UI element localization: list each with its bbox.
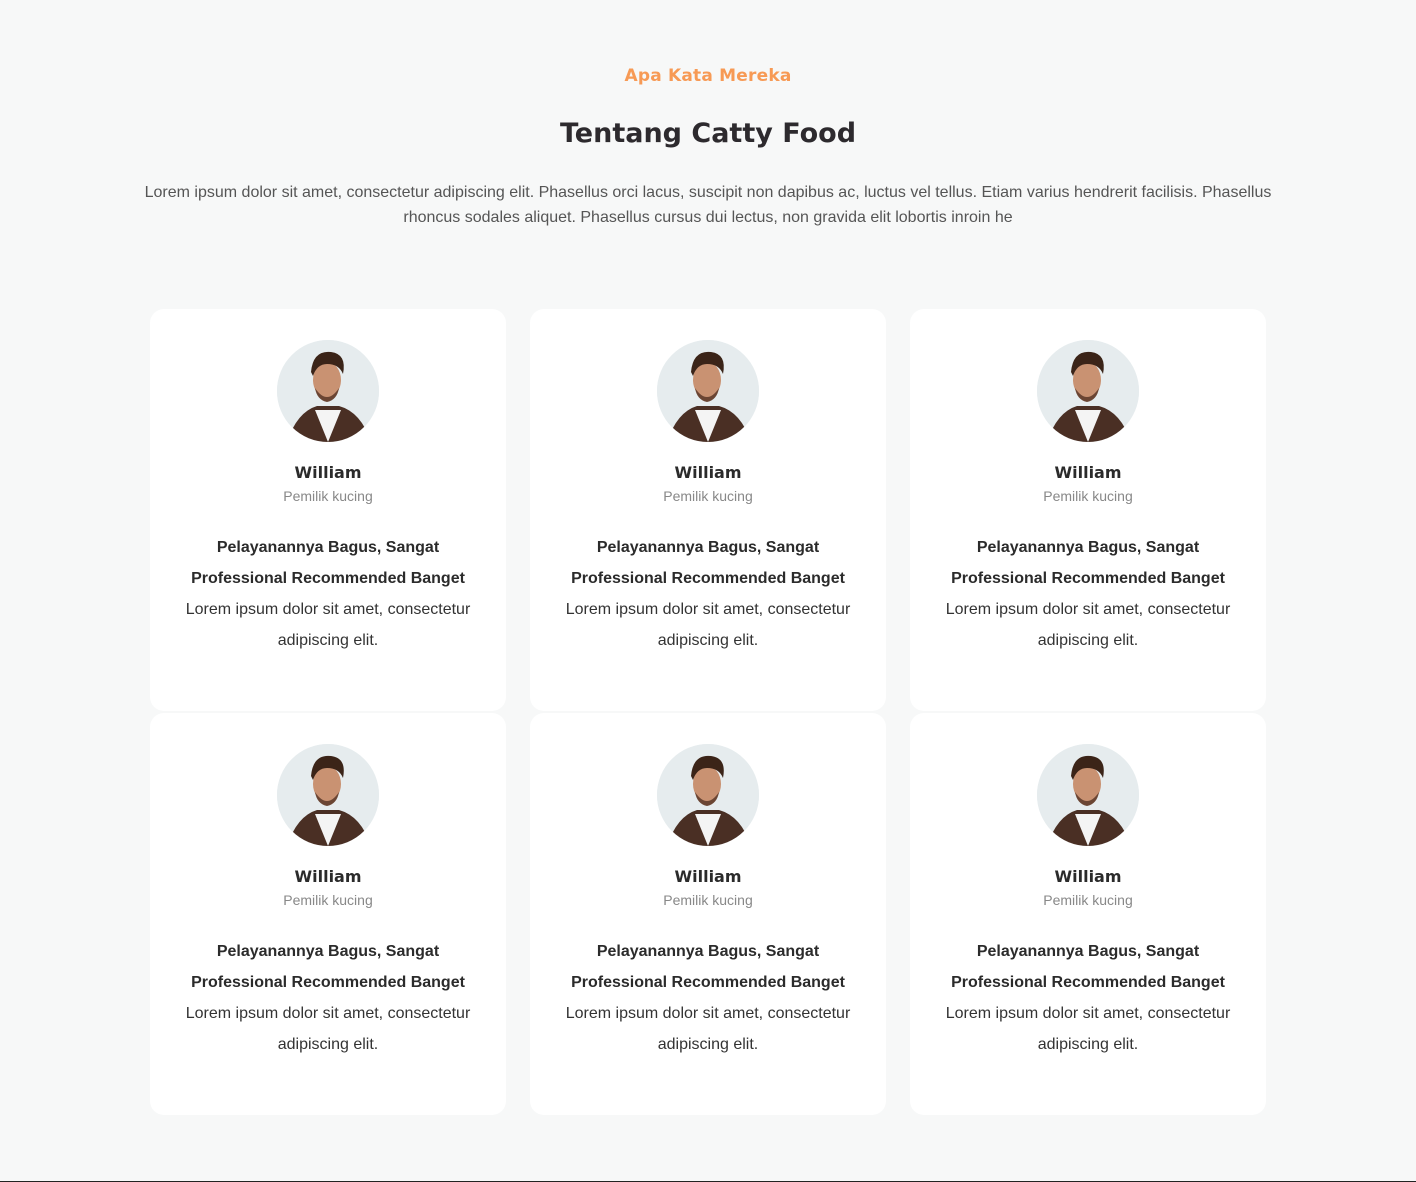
section-title: Tentang Catty Food [559,118,857,149]
reviewer-name: William [674,463,742,482]
reviewer-role: Pemilik kucing [1043,892,1133,908]
testimonial-card: William Pemilik kucing Pelayanannya Bagu… [910,309,1266,711]
testimonial-text: Lorem ipsum dolor sit amet, consectetur … [185,601,471,649]
testimonial-text: Lorem ipsum dolor sit amet, consectetur … [945,1005,1231,1053]
avatar [277,744,379,846]
reviewer-name: William [674,867,742,886]
section-intro: Lorem ipsum dolor sit amet, consectetur … [144,184,1272,226]
testimonial-card: William Pemilik kucing Pelayanannya Bagu… [910,713,1266,1115]
testimonial-card: William Pemilik kucing Pelayanannya Bagu… [530,309,886,711]
reviewer-role: Pemilik kucing [283,892,373,908]
reviewer-name: William [1054,463,1122,482]
testimonial-quote: Pelayanannya Bagus, Sangat Professional … [571,943,845,991]
testimonial-text: Lorem ipsum dolor sit amet, consectetur … [565,1005,851,1053]
testimonial-card: William Pemilik kucing Pelayanannya Bagu… [150,309,506,711]
testimonial-quote: Pelayanannya Bagus, Sangat Professional … [191,539,465,587]
eyebrow-label: Apa Kata Mereka [624,66,792,86]
avatar [1037,744,1139,846]
reviewer-role: Pemilik kucing [283,488,373,504]
testimonial-quote: Pelayanannya Bagus, Sangat Professional … [191,943,465,991]
reviewer-name: William [294,867,362,886]
reviewer-role: Pemilik kucing [663,892,753,908]
testimonial-card: William Pemilik kucing Pelayanannya Bagu… [530,713,886,1115]
testimonial-quote: Pelayanannya Bagus, Sangat Professional … [951,539,1225,587]
avatar [657,744,759,846]
avatar [277,340,379,442]
avatar [657,340,759,442]
reviewer-role: Pemilik kucing [663,488,753,504]
reviewer-name: William [1054,867,1122,886]
testimonial-text: Lorem ipsum dolor sit amet, consectetur … [945,601,1231,649]
testimonial-text: Lorem ipsum dolor sit amet, consectetur … [565,601,851,649]
testimonial-card: William Pemilik kucing Pelayanannya Bagu… [150,713,506,1115]
reviewer-role: Pemilik kucing [1043,488,1133,504]
avatar [1037,340,1139,442]
testimonial-quote: Pelayanannya Bagus, Sangat Professional … [571,539,845,587]
testimonial-text: Lorem ipsum dolor sit amet, consectetur … [185,1005,471,1053]
reviewer-name: William [294,463,362,482]
testimonial-grid: William Pemilik kucing Pelayanannya Bagu… [150,309,1266,1115]
testimonial-quote: Pelayanannya Bagus, Sangat Professional … [951,943,1225,991]
